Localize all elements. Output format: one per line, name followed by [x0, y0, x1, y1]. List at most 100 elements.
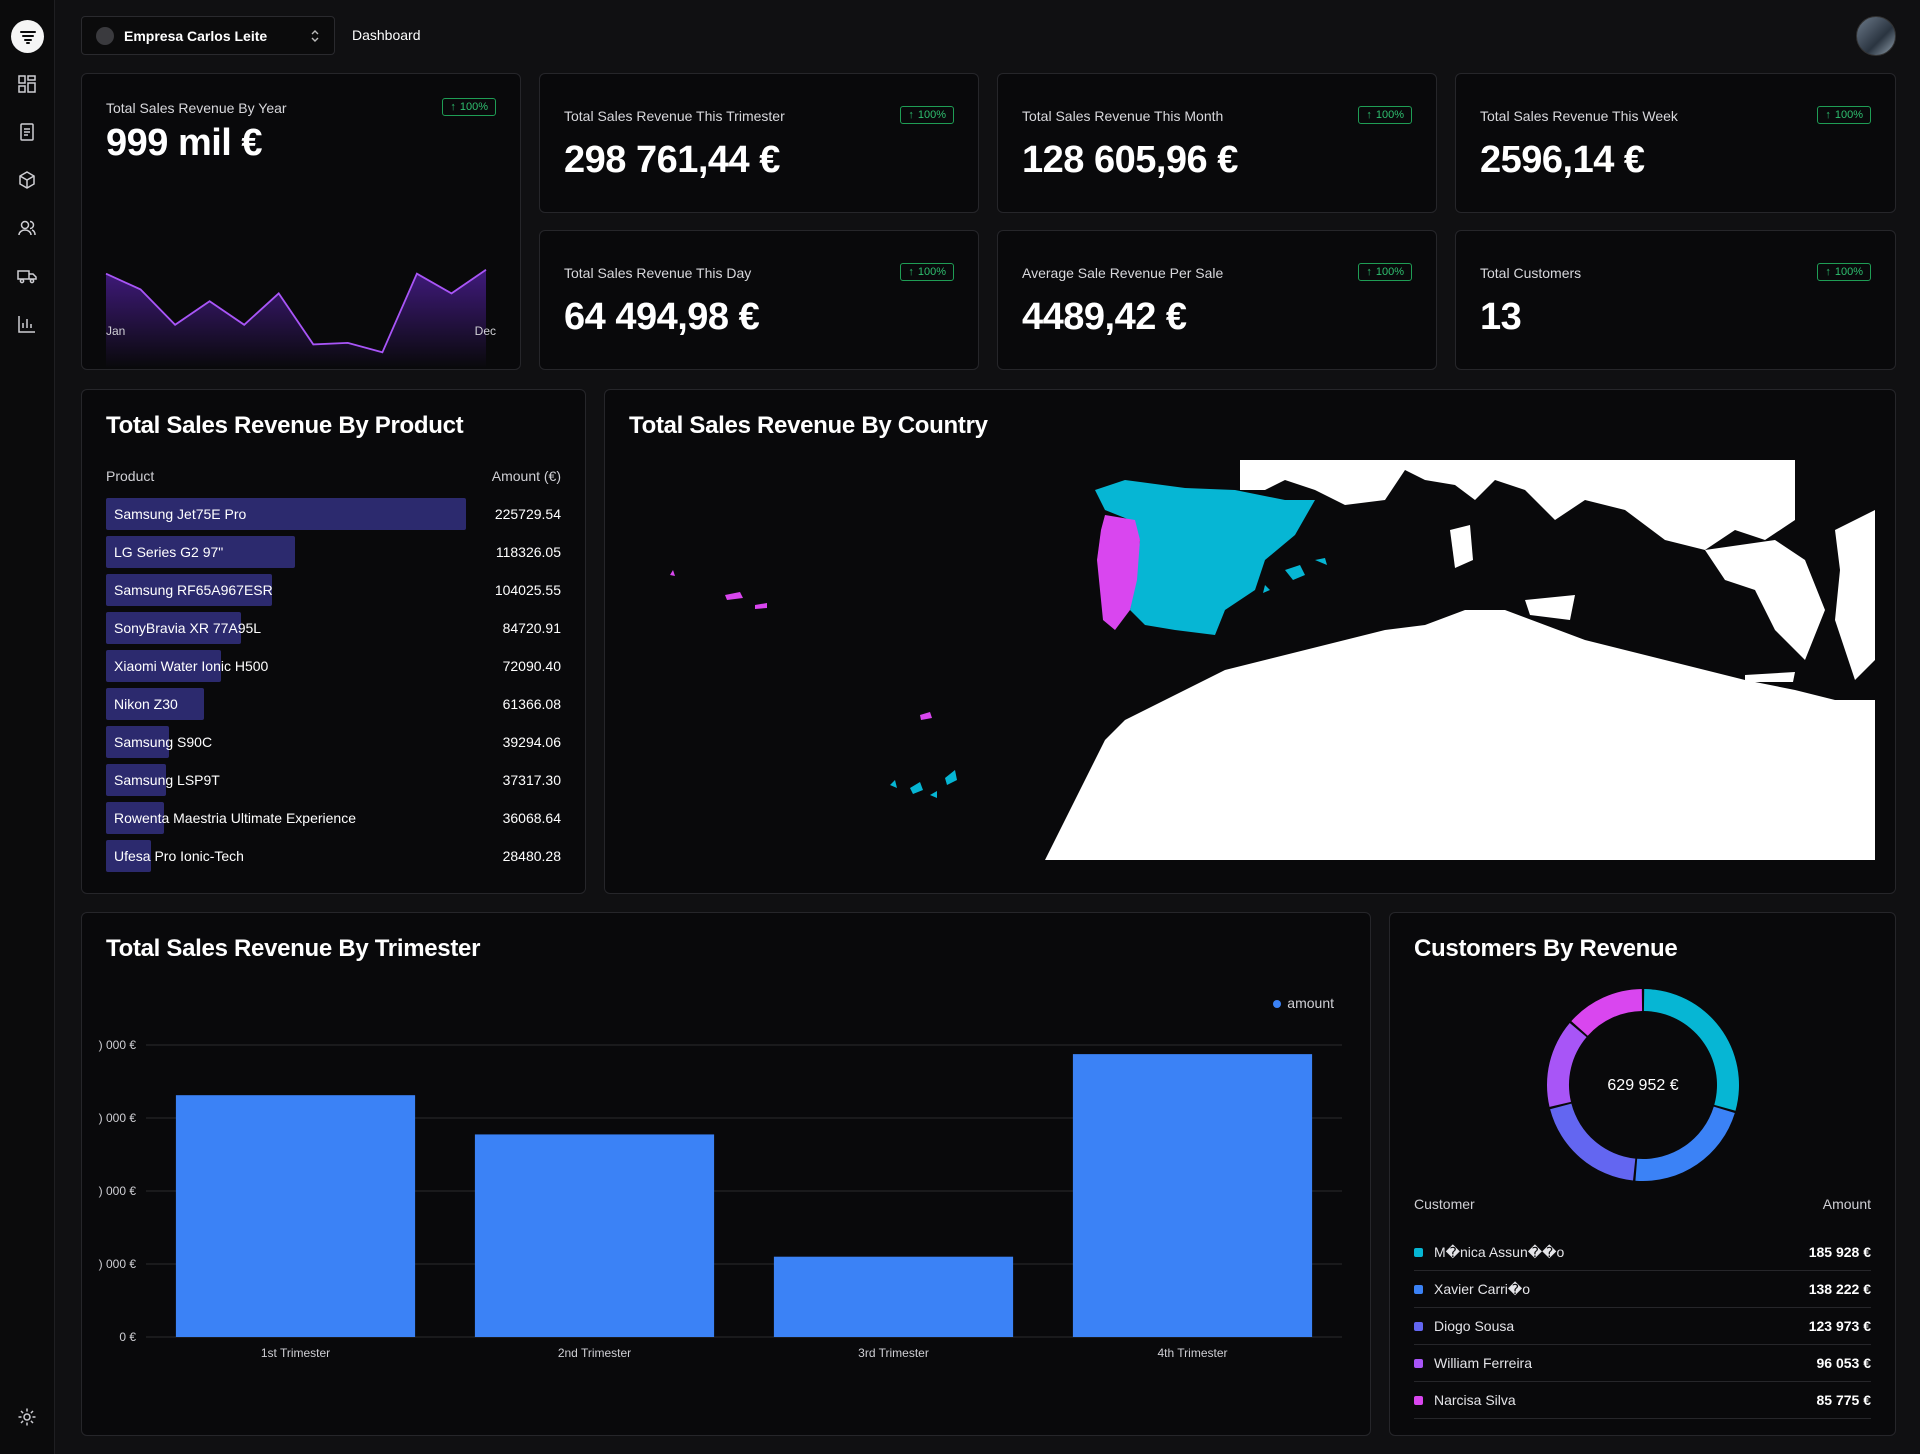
badge-text: 100%: [917, 266, 946, 278]
app-logo[interactable]: [11, 20, 44, 53]
product-row[interactable]: Samsung Jet75E Pro 225729.54: [106, 498, 561, 530]
product-row[interactable]: Samsung S90C 39294.06: [106, 726, 561, 758]
sidebar: [0, 0, 55, 1454]
customer-amount: 85 775 €: [1816, 1392, 1872, 1408]
product-amount: 61366.08: [502, 696, 561, 712]
product-name: Samsung S90C: [114, 734, 213, 750]
products-card: Total Sales Revenue By Product Product A…: [81, 389, 586, 894]
product-amount: 72090.40: [502, 658, 561, 674]
kpi-value: 2596,14 €: [1480, 139, 1645, 181]
customer-name: William Ferreira: [1434, 1355, 1532, 1371]
customer-amount: 96 053 €: [1816, 1355, 1872, 1371]
arrow-up-icon: ↑: [1825, 109, 1831, 121]
box-icon[interactable]: [16, 169, 38, 191]
product-row[interactable]: Rowenta Maestria Ultimate Experience 3606…: [106, 802, 561, 834]
truck-icon[interactable]: [16, 265, 38, 287]
trend-badge: ↑ 100%: [1358, 106, 1412, 124]
kpi-card-customers: Total Customers ↑ 100% 13: [1455, 230, 1896, 370]
badge-text: 100%: [917, 109, 946, 121]
trimester-bar[interactable]: [474, 1134, 715, 1337]
product-name: LG Series G2 97": [114, 544, 224, 560]
gear-icon[interactable]: [16, 1406, 38, 1428]
kpi-value: 4489,42 €: [1022, 296, 1187, 338]
customer-amount: 123 973 €: [1808, 1318, 1871, 1334]
logo-icon: [19, 30, 36, 44]
customer-row[interactable]: Narcisa Silva 85 775 €: [1414, 1382, 1871, 1419]
customers-title: Customers By Revenue: [1414, 935, 1678, 962]
kpi-label: Average Sale Revenue Per Sale: [1022, 265, 1224, 281]
product-row[interactable]: Samsung RF65A967ESR 104025.55: [106, 574, 561, 606]
kpi-value: 999 mil €: [106, 122, 263, 164]
product-amount: 118326.05: [495, 544, 561, 560]
donut-slice[interactable]: [1635, 1106, 1735, 1181]
product-name: Samsung RF65A967ESR: [114, 582, 273, 598]
customer-row[interactable]: Diogo Sousa 123 973 €: [1414, 1308, 1871, 1345]
kpi-value: 128 605,96 €: [1022, 139, 1238, 181]
customer-row[interactable]: Xavier Carri�o 138 222 €: [1414, 1271, 1871, 1308]
customer-row[interactable]: William Ferreira 96 053 €: [1414, 1345, 1871, 1382]
axis-start-label: Jan: [106, 324, 126, 338]
product-row[interactable]: Xiaomi Water Ionic H500 72090.40: [106, 650, 561, 682]
kpi-value: 13: [1480, 296, 1522, 338]
trimester-chart-card: Total Sales Revenue By Trimester amount …: [81, 912, 1371, 1436]
product-amount: 28480.28: [502, 848, 561, 864]
product-amount: 225729.54: [494, 506, 561, 522]
customer-name: Narcisa Silva: [1434, 1392, 1516, 1408]
products-title: Total Sales Revenue By Product: [106, 412, 464, 439]
product-row[interactable]: Samsung LSP9T 37317.30: [106, 764, 561, 796]
kpi-value: 64 494,98 €: [564, 296, 760, 338]
y-tick-label: 0 €: [119, 1330, 136, 1344]
product-name: Xiaomi Water Ionic H500: [114, 658, 269, 674]
customer-row[interactable]: M�nica Assun��o 185 928 €: [1414, 1234, 1871, 1271]
trimester-bar[interactable]: [1072, 1054, 1313, 1337]
kpi-card-month: Total Sales Revenue This Month ↑ 100% 128…: [997, 73, 1437, 213]
trimester-bar[interactable]: [175, 1095, 416, 1337]
trimester-bar[interactable]: [773, 1256, 1014, 1337]
product-amount: 84720.91: [502, 620, 561, 636]
product-row[interactable]: Nikon Z30 61366.08: [106, 688, 561, 720]
year-sparkline-chart: [105, 269, 487, 368]
product-row[interactable]: SonyBravia XR 77A95L 84720.91: [106, 612, 561, 644]
product-column-header: Product: [106, 468, 155, 484]
product-name: Rowenta Maestria Ultimate Experience: [114, 810, 356, 826]
kpi-label: Total Sales Revenue This Week: [1480, 108, 1678, 124]
x-tick-label: 1st Trimester: [261, 1346, 330, 1360]
kpi-card-week: Total Sales Revenue This Week ↑ 100% 2596…: [1455, 73, 1896, 213]
donut-slice[interactable]: [1550, 1103, 1636, 1181]
chevron-updown-icon: [311, 29, 319, 42]
arrow-up-icon: ↑: [908, 266, 914, 278]
customer-column-header: Customer: [1414, 1196, 1475, 1212]
country-map-card: Total Sales Revenue By Country: [604, 389, 1896, 894]
users-icon[interactable]: [16, 217, 38, 239]
breadcrumb[interactable]: Dashboard: [352, 27, 421, 43]
y-tick-label: ) 000 €: [99, 1184, 137, 1198]
arrow-up-icon: ↑: [1366, 266, 1372, 278]
product-name: Samsung LSP9T: [114, 772, 220, 788]
kpi-card-year: Total Sales Revenue By Year ↑ 100% 999 mi…: [81, 73, 521, 370]
company-name: Empresa Carlos Leite: [124, 27, 268, 44]
customer-color-swatch: [1414, 1359, 1423, 1368]
donut-slice[interactable]: [1571, 989, 1643, 1036]
kpi-value: 298 761,44 €: [564, 139, 780, 181]
customer-color-swatch: [1414, 1322, 1423, 1331]
kpi-label: Total Sales Revenue This Trimester: [564, 108, 785, 124]
arrow-up-icon: ↑: [1366, 109, 1372, 121]
badge-text: 100%: [1375, 109, 1404, 121]
customer-name: Xavier Carri�o: [1434, 1281, 1531, 1297]
bar-chart-icon[interactable]: [16, 313, 38, 335]
product-amount: 104025.55: [494, 582, 561, 598]
document-icon[interactable]: [16, 121, 38, 143]
badge-text: 100%: [459, 101, 488, 113]
trimester-title: Total Sales Revenue By Trimester: [106, 935, 481, 962]
company-switcher[interactable]: Empresa Carlos Leite: [81, 16, 335, 55]
dashboard-icon[interactable]: [16, 73, 38, 95]
product-name: Ufesa Pro Ionic-Tech: [114, 848, 244, 864]
product-row[interactable]: Ufesa Pro Ionic-Tech 28480.28: [106, 840, 561, 872]
dashboard-app: Empresa Carlos Leite Dashboard Total Sal…: [0, 0, 1920, 1454]
kpi-label: Total Customers: [1480, 265, 1582, 281]
product-row[interactable]: LG Series G2 97" 118326.05: [106, 536, 561, 568]
avatar[interactable]: [1856, 16, 1896, 56]
customer-amount: 185 928 €: [1808, 1244, 1871, 1260]
kpi-card-average: Average Sale Revenue Per Sale ↑ 100% 4489…: [997, 230, 1437, 370]
company-icon: [96, 26, 114, 45]
